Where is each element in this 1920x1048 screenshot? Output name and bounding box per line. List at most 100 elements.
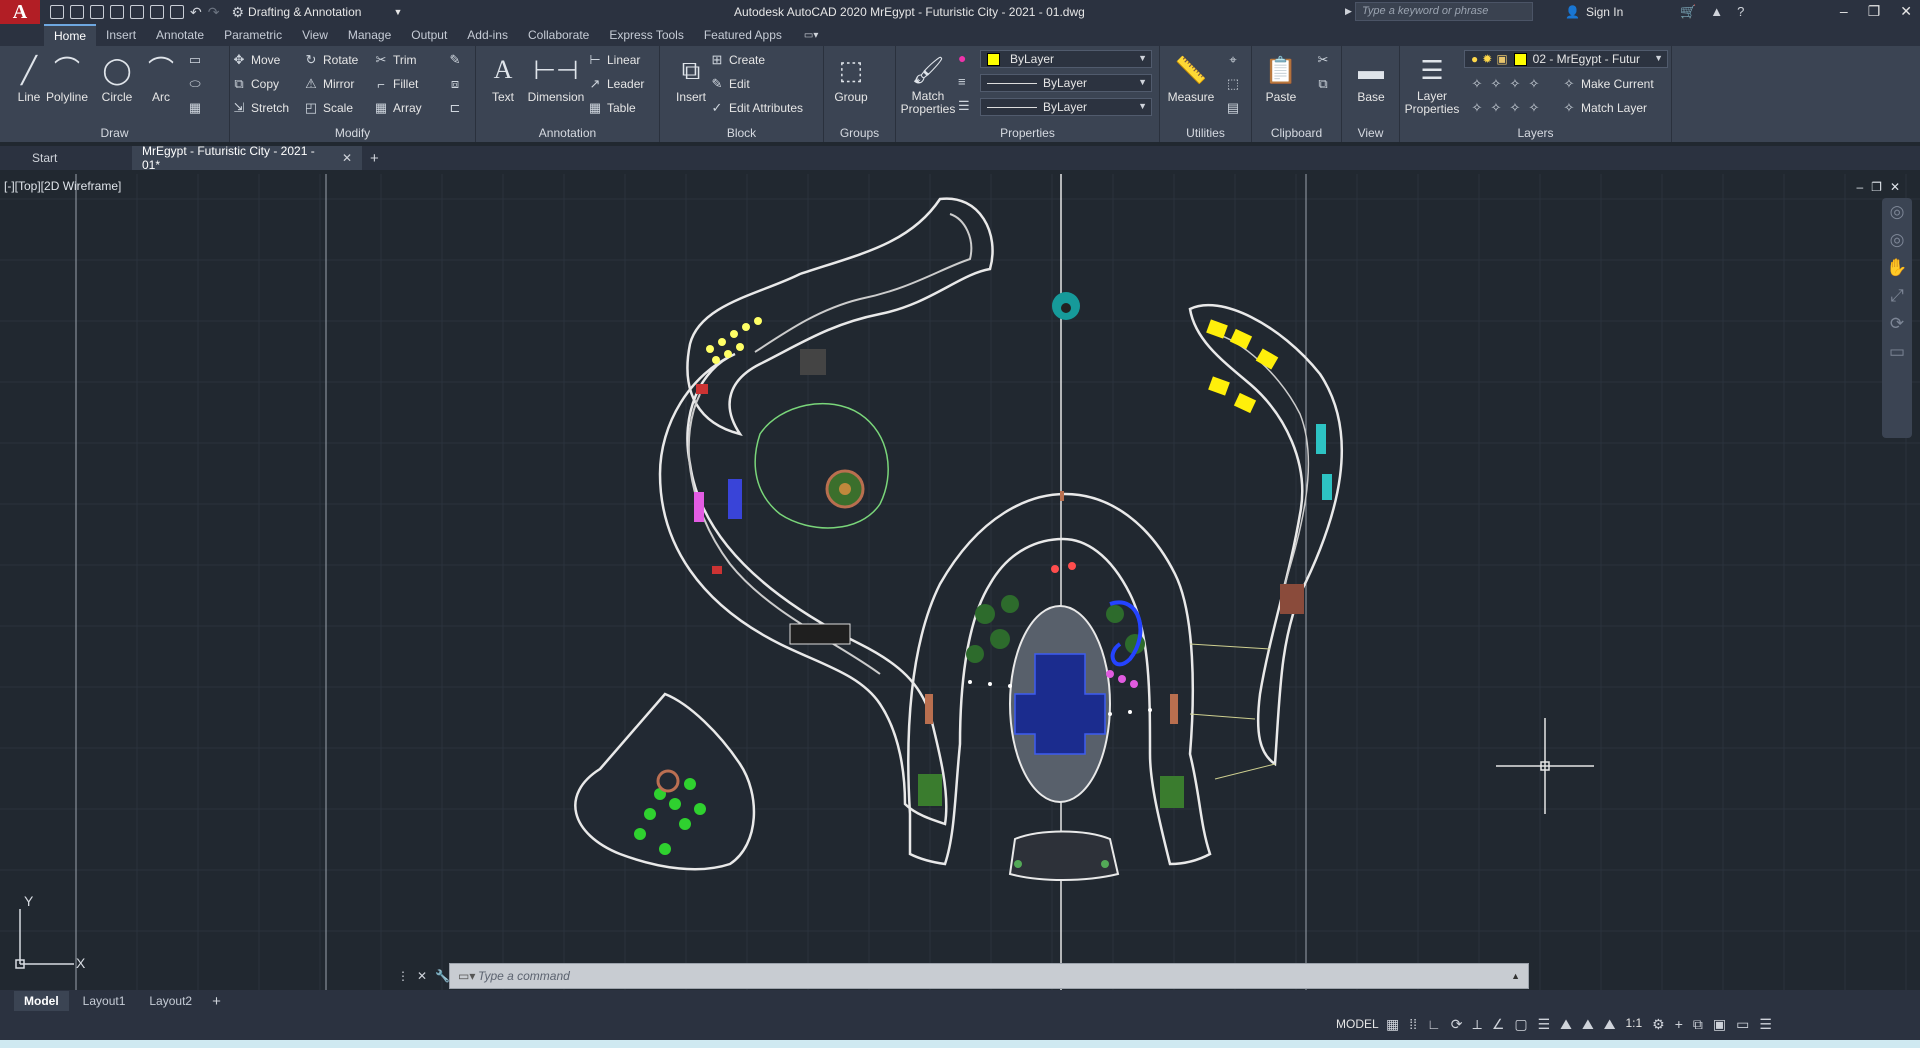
make-current-button[interactable]: ✧ Make Current <box>1562 74 1654 94</box>
gear-icon[interactable]: ⚙ <box>1652 1016 1665 1033</box>
linear-button[interactable]: ⊢ Linear <box>588 50 640 70</box>
cut-button[interactable]: ✂ <box>1316 50 1330 70</box>
copy-clip-button[interactable]: ⧉ <box>1316 74 1330 94</box>
tab-home[interactable]: Home <box>44 24 97 46</box>
tab-start[interactable]: Start <box>0 146 132 170</box>
search-input[interactable]: Type a keyword or phrase <box>1355 2 1533 21</box>
panel-title-groups[interactable]: Groups <box>824 126 895 140</box>
arc-button[interactable]: ⌒ Arc <box>134 50 188 104</box>
new-file-icon[interactable] <box>50 5 64 19</box>
drawing-canvas[interactable]: Y X [-][Top][2D Wireframe] – ❐ ✕ ◎ ◎ ✋ ⤢… <box>0 174 1920 990</box>
object-snap-icon[interactable]: ▢ <box>1514 1016 1527 1033</box>
panel-title-draw[interactable]: Draw <box>0 126 229 140</box>
leader-button[interactable]: ↗ Leader <box>588 74 645 94</box>
layer-combo[interactable]: ● ✹ ▣ 02 - MrEgypt - Futur ▼ <box>1464 50 1668 68</box>
command-history-icon[interactable]: ▭▾ <box>450 969 478 983</box>
hardware-acceleration-icon[interactable]: ▣ <box>1713 1016 1726 1033</box>
open-web-icon[interactable] <box>130 5 144 19</box>
panel-title-layers[interactable]: Layers <box>1400 126 1671 140</box>
tab-annotate[interactable]: Annotate <box>146 25 214 45</box>
ellipse-button[interactable]: ⬭ <box>188 74 202 94</box>
panel-title-view[interactable]: View <box>1342 126 1399 140</box>
minimize-icon[interactable]: – <box>1856 180 1863 194</box>
tab-view[interactable]: View <box>292 25 338 45</box>
group-button[interactable]: ⬚ Group <box>824 50 878 104</box>
tab-express-tools[interactable]: Express Tools <box>599 25 693 45</box>
tab-layout1[interactable]: Layout1 <box>73 991 136 1011</box>
mirror-button[interactable]: ⚠ Mirror <box>304 74 354 94</box>
help-icon[interactable]: ? <box>1737 4 1744 20</box>
autocad-logo-button[interactable]: A <box>0 0 40 24</box>
drag-handle-icon[interactable]: ⋮ <box>397 969 409 983</box>
annotation-scale-value[interactable]: 1:1 <box>1625 1016 1642 1033</box>
panel-title-modify[interactable]: Modify <box>230 126 475 140</box>
text-button[interactable]: A Text <box>476 50 530 104</box>
match-properties-button[interactable]: 🖌 Match Properties <box>898 50 958 116</box>
model-space-toggle[interactable]: MODEL <box>1336 1017 1379 1031</box>
quick-select-button[interactable]: ⬚ <box>1226 74 1240 94</box>
isodraft-icon[interactable]: ⟂ <box>1472 1016 1481 1033</box>
scale-button[interactable]: ◰ Scale <box>304 98 353 118</box>
viewport-controls-label[interactable]: [-][Top][2D Wireframe] <box>4 179 121 193</box>
dimension-button[interactable]: ⊢⊣ Dimension <box>524 50 588 104</box>
building-southwest[interactable] <box>574 692 756 871</box>
panel-title-annotation[interactable]: Annotation <box>476 126 659 140</box>
layer-unlock-icon[interactable]: ✧ <box>1527 100 1541 116</box>
close-icon[interactable]: ✕ <box>417 969 427 983</box>
array-button[interactable]: ▦ Array <box>374 98 422 118</box>
lineweight-icon[interactable]: ☰ <box>1538 1016 1551 1033</box>
layer-isolate-icon[interactable]: ✧ <box>1489 76 1503 92</box>
explode-button[interactable]: ⧈ <box>448 74 462 94</box>
sign-in-button[interactable]: 👤 Sign In <box>1565 5 1623 19</box>
lineweight-combo[interactable]: ByLayer ▼ <box>980 98 1152 116</box>
layer-on-icon[interactable]: ✧ <box>1470 100 1484 116</box>
tab-manage[interactable]: Manage <box>338 25 401 45</box>
base-view-button[interactable]: ▬ Base <box>1344 50 1398 104</box>
panel-title-block[interactable]: Block <box>660 126 823 140</box>
tab-drawing[interactable]: MrEgypt - Futuristic City - 2021 - 01* ✕ <box>132 144 362 172</box>
building-south-arc[interactable] <box>1008 830 1120 881</box>
workspace-switcher[interactable]: ⚙ Drafting & Annotation ▼ <box>231 4 402 21</box>
move-button[interactable]: ✥ Move <box>232 50 281 70</box>
stretch-button[interactable]: ⇲ Stretch <box>232 98 289 118</box>
table-button[interactable]: ▦ Table <box>588 98 636 118</box>
match-layer-button[interactable]: ✧ Match Layer <box>1562 98 1647 118</box>
panel-title-utilities[interactable]: Utilities <box>1160 126 1251 140</box>
minimize-icon[interactable]: – <box>1840 3 1848 20</box>
polar-icon[interactable]: ⟳ <box>1451 1016 1463 1033</box>
layer-lock-icon[interactable]: ✧ <box>1527 76 1541 92</box>
polyline-button[interactable]: ⌒ Polyline <box>40 50 94 104</box>
auto-scale-icon[interactable]: ⛰ <box>1582 1016 1594 1033</box>
id-point-button[interactable]: ⌖ <box>1226 50 1240 70</box>
calculator-button[interactable]: ▤ <box>1226 98 1240 118</box>
clean-screen-icon[interactable]: ▭ <box>1736 1016 1749 1033</box>
rotate-button[interactable]: ↻ Rotate <box>304 50 359 70</box>
zoom-extents-icon[interactable]: ⤢ <box>1882 282 1912 310</box>
building-northeast[interactable] <box>1188 303 1344 767</box>
save-icon[interactable] <box>90 5 104 19</box>
restore-icon[interactable]: ❐ <box>1868 3 1881 20</box>
panel-title-properties[interactable]: Properties <box>896 126 1159 140</box>
tab-parametric[interactable]: Parametric <box>214 25 292 45</box>
annotation-scale-icon[interactable]: ⛰ <box>1604 1016 1616 1033</box>
linetype-combo[interactable]: ByLayer ▼ <box>980 74 1152 92</box>
fillet-button[interactable]: ⌐ Fillet <box>374 74 418 94</box>
layer-properties-button[interactable]: ☰ Layer Properties <box>1402 50 1462 116</box>
trim-button[interactable]: ✂ Trim <box>374 50 417 70</box>
viewcube-icon[interactable]: ◎ <box>1882 226 1912 254</box>
ribbon-options-icon[interactable]: ▭▾ <box>804 30 818 41</box>
tab-featured-apps[interactable]: Featured Apps <box>694 25 792 45</box>
erase-button[interactable]: ✎ <box>448 50 462 70</box>
close-icon[interactable]: ✕ <box>1890 180 1900 194</box>
layer-thaw-icon[interactable]: ✧ <box>1508 100 1522 116</box>
wrench-icon[interactable]: 🔧 <box>435 969 450 983</box>
edit-block-button[interactable]: ✎ Edit <box>710 74 750 94</box>
tab-layout2[interactable]: Layout2 <box>139 991 202 1011</box>
orbit-icon[interactable]: ⟳ <box>1882 310 1912 338</box>
grid-icon[interactable]: ▦ <box>1386 1016 1399 1033</box>
save-web-icon[interactable] <box>150 5 164 19</box>
measure-button[interactable]: 📏 Measure <box>1164 50 1218 104</box>
customization-icon[interactable]: ☰ <box>1759 1016 1772 1033</box>
pan-icon[interactable]: ✋ <box>1882 254 1912 282</box>
tab-model[interactable]: Model <box>14 991 69 1011</box>
